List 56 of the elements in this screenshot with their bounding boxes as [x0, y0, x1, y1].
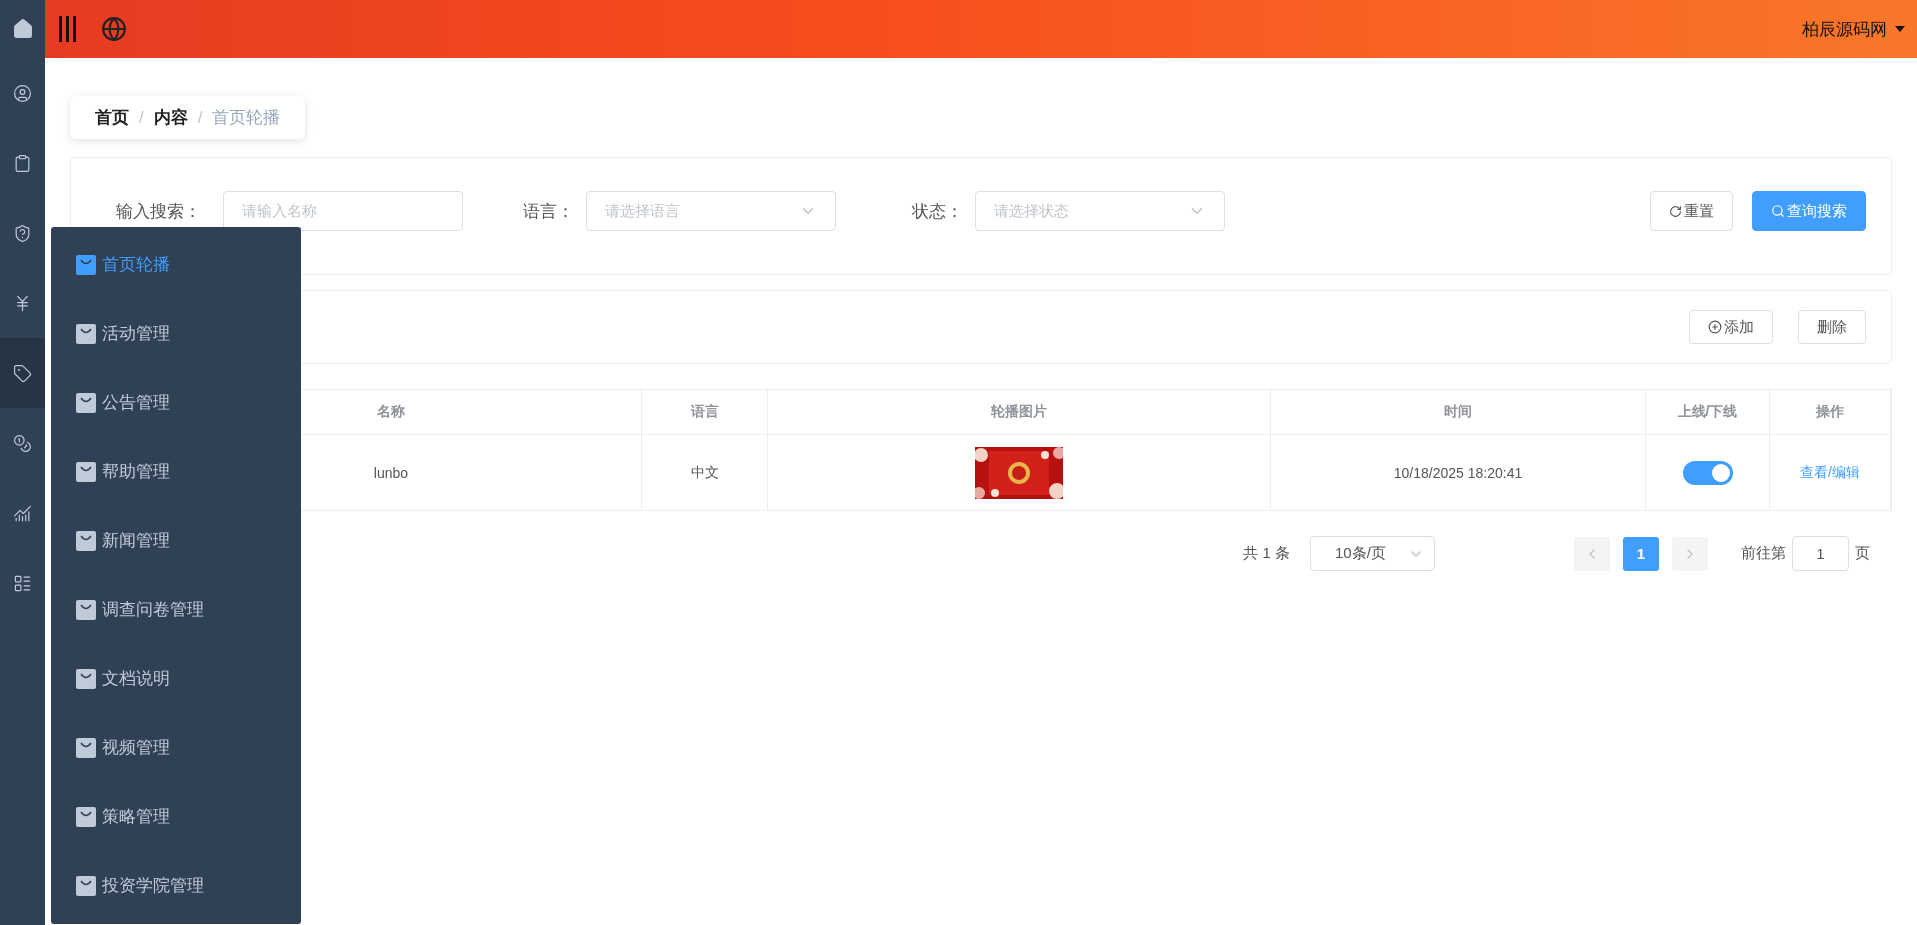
bag-icon: [76, 254, 96, 275]
list-icon[interactable]: [13, 573, 32, 593]
bag-icon: [76, 392, 96, 413]
page-input[interactable]: 1: [1792, 536, 1849, 571]
breadcrumb-item[interactable]: 首页: [95, 106, 129, 129]
column-header: 语言: [642, 390, 768, 435]
submenu-item[interactable]: 首页轮播: [51, 230, 301, 299]
bag-icon: [76, 530, 96, 551]
bag-icon: [76, 461, 96, 482]
page-size-select[interactable]: 10条/页: [1310, 536, 1435, 571]
table-cell: 中文: [642, 435, 768, 510]
breadcrumb-item[interactable]: 内容: [153, 106, 188, 129]
globe-icon[interactable]: [101, 16, 127, 42]
submenu-item[interactable]: 调查问卷管理: [51, 575, 301, 644]
user-name[interactable]: 柏辰源码网: [1802, 17, 1887, 41]
column-header: 轮播图片: [768, 390, 1271, 435]
status-toggle[interactable]: [1682, 460, 1733, 485]
submenu-item[interactable]: 策略管理: [51, 782, 301, 851]
column-header: 上线/下线: [1646, 390, 1770, 435]
home-icon[interactable]: [11, 18, 34, 40]
submenu-item[interactable]: 活动管理: [51, 299, 301, 368]
bag-icon: [76, 323, 96, 344]
filter-label: 状态：: [912, 200, 963, 223]
bag-icon: [76, 875, 96, 896]
bag-icon: [76, 737, 96, 758]
total-count: 共 1 条: [1243, 544, 1290, 563]
filter-label: 语言：: [523, 200, 574, 223]
submenu-item[interactable]: 投资学院管理: [51, 851, 301, 920]
menu-icon[interactable]: [57, 16, 77, 42]
breadcrumb-separator: /: [197, 107, 203, 128]
refresh-icon: [1669, 204, 1682, 218]
filter-label: 输入搜索：: [116, 200, 201, 223]
add-button[interactable]: 添加: [1689, 310, 1773, 344]
caret-icon[interactable]: [1895, 26, 1905, 32]
tag-icon[interactable]: [13, 363, 32, 383]
table-cell: 10/18/2025 18:20:41: [1271, 435, 1646, 510]
bag-icon: [76, 599, 96, 620]
submenu-item[interactable]: 视频管理: [51, 713, 301, 782]
user-icon[interactable]: [13, 83, 32, 103]
page-suffix: 页: [1855, 544, 1870, 563]
bag-icon: [76, 806, 96, 827]
column-header: 时间: [1271, 390, 1646, 435]
breadcrumb-item: 首页轮播: [212, 107, 281, 129]
coins-icon[interactable]: [13, 433, 32, 453]
breadcrumb-separator: /: [139, 107, 144, 128]
delete-button[interactable]: 删除: [1798, 310, 1866, 344]
reset-button[interactable]: 重置: [1650, 191, 1733, 231]
clipboard-icon[interactable]: [13, 153, 32, 173]
submenu-item[interactable]: 文档说明: [51, 644, 301, 713]
shield-icon[interactable]: [13, 223, 32, 243]
plus-icon: [1708, 320, 1722, 334]
chart-icon[interactable]: [13, 503, 32, 523]
goto-label: 前往第: [1741, 544, 1786, 563]
search-icon: [1771, 204, 1785, 218]
bag-icon: [76, 668, 96, 689]
column-header: 操作: [1770, 390, 1891, 435]
